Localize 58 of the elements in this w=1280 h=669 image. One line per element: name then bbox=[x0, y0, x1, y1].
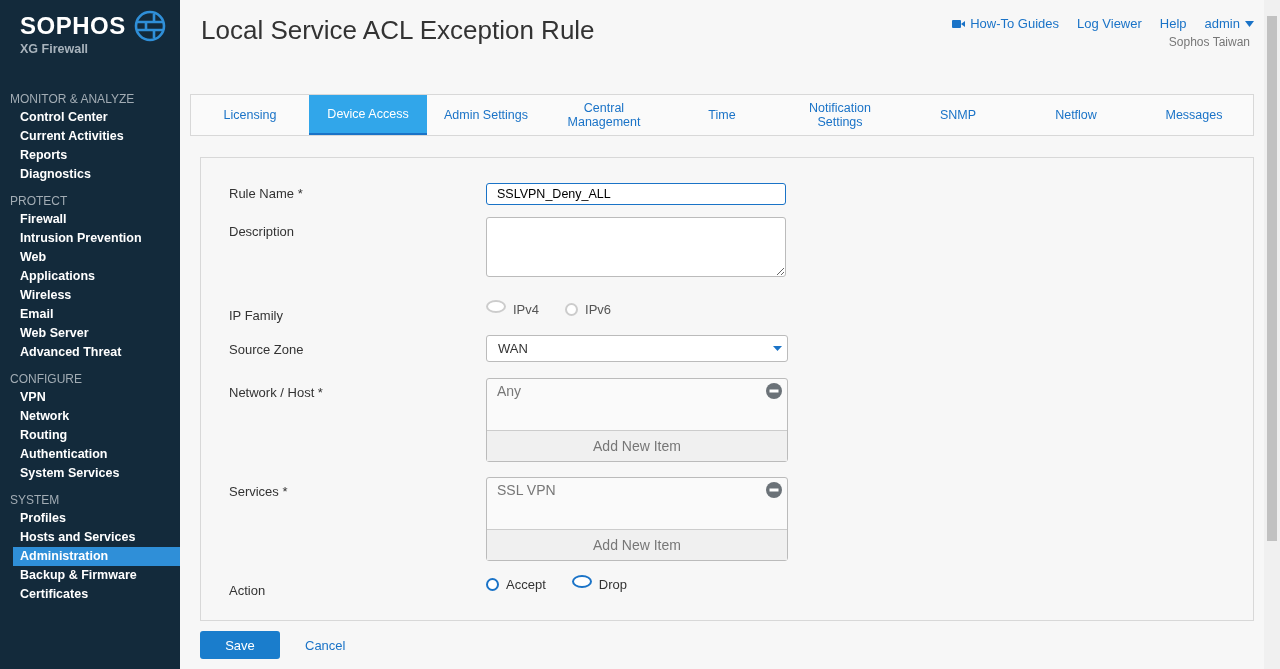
field-label: Description bbox=[229, 224, 296, 241]
product-name: XG Firewall bbox=[20, 42, 90, 56]
guides-link[interactable]: How-To Guides bbox=[952, 16, 1059, 31]
save-button[interactable]: Save bbox=[200, 631, 280, 659]
field-label: Services * bbox=[229, 484, 289, 501]
add-item-button[interactable]: Add New Item bbox=[487, 530, 787, 560]
brand-logo-text: SOPHOS bbox=[20, 12, 126, 40]
tab[interactable]: Time bbox=[663, 95, 781, 135]
nav-item[interactable]: Email bbox=[13, 305, 180, 324]
nav-item[interactable]: System Services bbox=[13, 464, 180, 483]
field-label: Action bbox=[229, 583, 267, 600]
nav-item[interactable]: Intrusion Prevention bbox=[13, 229, 180, 248]
nav-item[interactable]: Control Center bbox=[13, 108, 180, 127]
list-item: SSL VPN bbox=[497, 482, 556, 498]
header-link[interactable]: Log Viewer bbox=[1077, 16, 1142, 31]
nav-item[interactable]: Advanced Threat bbox=[13, 343, 180, 362]
input-field[interactable]: SSLVPN_Deny_ALL bbox=[486, 183, 786, 205]
tab[interactable]: SNMP bbox=[899, 95, 1017, 135]
page-title: Local Service ACL Exception Rule bbox=[201, 15, 595, 47]
nav-item[interactable]: Current Activities bbox=[13, 127, 180, 146]
nav-item[interactable]: Web Server bbox=[13, 324, 180, 343]
tab[interactable]: Notification Settings bbox=[781, 95, 899, 135]
field-label: Network / Host * bbox=[229, 385, 324, 402]
list-item: Any bbox=[497, 383, 522, 399]
nav-item[interactable]: Firewall bbox=[13, 210, 180, 229]
nav-item[interactable]: Certificates bbox=[13, 585, 180, 604]
tab[interactable]: Messages bbox=[1135, 95, 1253, 135]
organization-name: Sophos Taiwan bbox=[1168, 35, 1250, 49]
nav-item[interactable]: Authentication bbox=[13, 445, 180, 464]
field-label: IP Family bbox=[229, 308, 284, 325]
tab[interactable]: Admin Settings bbox=[427, 95, 545, 135]
nav-item[interactable]: VPN bbox=[13, 388, 180, 407]
section-heading: MONITOR & ANALYZE bbox=[9, 92, 136, 107]
nav-item[interactable]: Wireless bbox=[13, 286, 180, 305]
nav-item[interactable]: Routing bbox=[13, 426, 180, 445]
header-link[interactable]: Help bbox=[1159, 16, 1187, 31]
radio-option[interactable]: Drop bbox=[571, 577, 627, 592]
nav-item[interactable]: Backup & Firmware bbox=[13, 566, 180, 585]
tab[interactable]: Central Management bbox=[545, 95, 663, 135]
section-heading: PROTECT bbox=[9, 194, 69, 209]
field-label: Rule Name * bbox=[229, 186, 304, 203]
nav-item[interactable]: Web bbox=[13, 248, 180, 267]
section-heading: SYSTEM bbox=[9, 493, 61, 508]
nav-item[interactable]: Diagnostics bbox=[13, 165, 180, 184]
tab[interactable]: Netflow bbox=[1017, 95, 1135, 135]
section-heading: CONFIGURE bbox=[9, 372, 83, 387]
nav-item[interactable]: Reports bbox=[13, 146, 180, 165]
nav-item[interactable]: Applications bbox=[13, 267, 180, 286]
add-item-button[interactable]: Add New Item bbox=[487, 431, 787, 461]
nav-item[interactable]: Profiles bbox=[13, 509, 180, 528]
tab[interactable]: Licensing bbox=[191, 95, 309, 135]
nav-item[interactable]: Network bbox=[13, 407, 180, 426]
cancel-link[interactable]: Cancel bbox=[305, 637, 346, 653]
nav-item[interactable]: Hosts and Services bbox=[13, 528, 180, 547]
radio-option[interactable]: Accept bbox=[486, 577, 546, 592]
user-menu[interactable]: admin bbox=[1204, 16, 1254, 31]
field-label: Source Zone bbox=[229, 342, 305, 359]
dropdown[interactable]: WAN bbox=[486, 335, 788, 362]
